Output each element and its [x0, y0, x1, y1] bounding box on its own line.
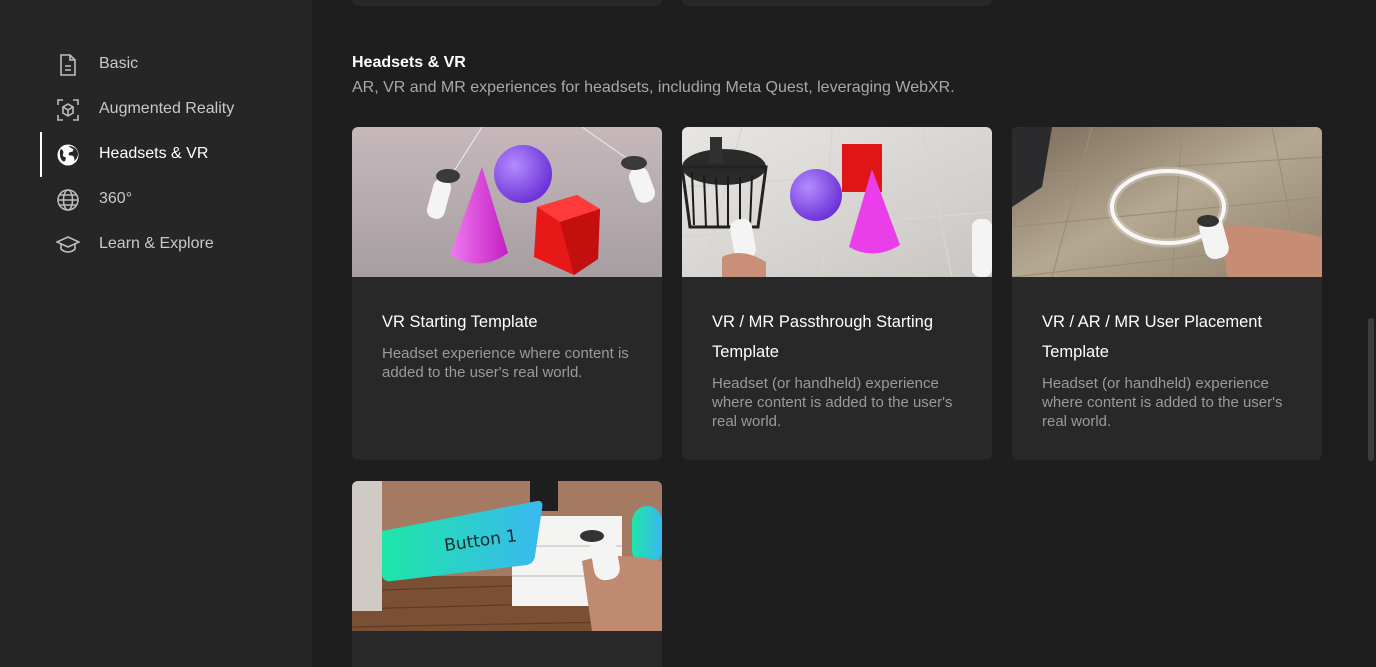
graduation-cap-icon	[56, 233, 80, 257]
card-thumbnail	[1012, 127, 1322, 277]
globe-icon	[56, 188, 80, 212]
app-window: Basic Augmented Reality Headsets & VR 36…	[0, 0, 1376, 667]
section-description: AR, VR and MR experiences for headsets, …	[352, 79, 955, 96]
card-title: VR / AR / MR User Placement Template	[1042, 313, 1263, 361]
previous-card-bottom	[352, 0, 662, 6]
card-description: Headset (or handheld) experience where c…	[712, 375, 953, 430]
sidebar-item-augmented-reality[interactable]: Augmented Reality	[40, 87, 280, 132]
sidebar-item-label: Augmented Reality	[99, 100, 235, 117]
sidebar-item-label: Learn & Explore	[99, 235, 214, 252]
template-card-ui-buttons[interactable]: Button 1	[352, 481, 662, 667]
card-thumbnail	[352, 127, 662, 277]
ar-cube-icon	[56, 98, 80, 122]
template-card-passthrough[interactable]: VR / MR Passthrough Starting Template He…	[682, 127, 992, 460]
sidebar-item-360[interactable]: 360°	[40, 177, 280, 222]
sidebar-item-learn-explore[interactable]: Learn & Explore	[40, 222, 280, 267]
previous-card-bottom	[682, 0, 992, 6]
sidebar-item-label: Headsets & VR	[99, 145, 209, 162]
sidebar-item-label: 360°	[99, 190, 133, 207]
main-content: Headsets & VR AR, VR and MR experiences …	[312, 0, 1376, 667]
globe-filled-icon	[56, 143, 80, 167]
card-thumbnail: Button 1	[352, 481, 662, 631]
card-title: VR / MR Passthrough Starting Template	[712, 313, 934, 361]
card-thumbnail	[682, 127, 992, 277]
card-description: Headset experience where content is adde…	[382, 345, 629, 381]
sidebar-item-headsets-vr[interactable]: Headsets & VR	[40, 132, 280, 177]
sidebar-item-label: Basic	[99, 55, 139, 72]
template-card-user-placement[interactable]: VR / AR / MR User Placement Template Hea…	[1012, 127, 1322, 460]
sidebar-item-basic[interactable]: Basic	[40, 42, 280, 87]
scrollbar-thumb[interactable]	[1368, 318, 1374, 461]
document-icon	[56, 53, 80, 77]
sidebar: Basic Augmented Reality Headsets & VR 36…	[0, 0, 312, 667]
section-title: Headsets & VR	[352, 54, 466, 71]
card-title: VR Starting Template	[382, 313, 538, 331]
template-card-vr-starting[interactable]: VR Starting Template Headset experience …	[352, 127, 662, 460]
card-description: Headset (or handheld) experience where c…	[1042, 375, 1283, 430]
